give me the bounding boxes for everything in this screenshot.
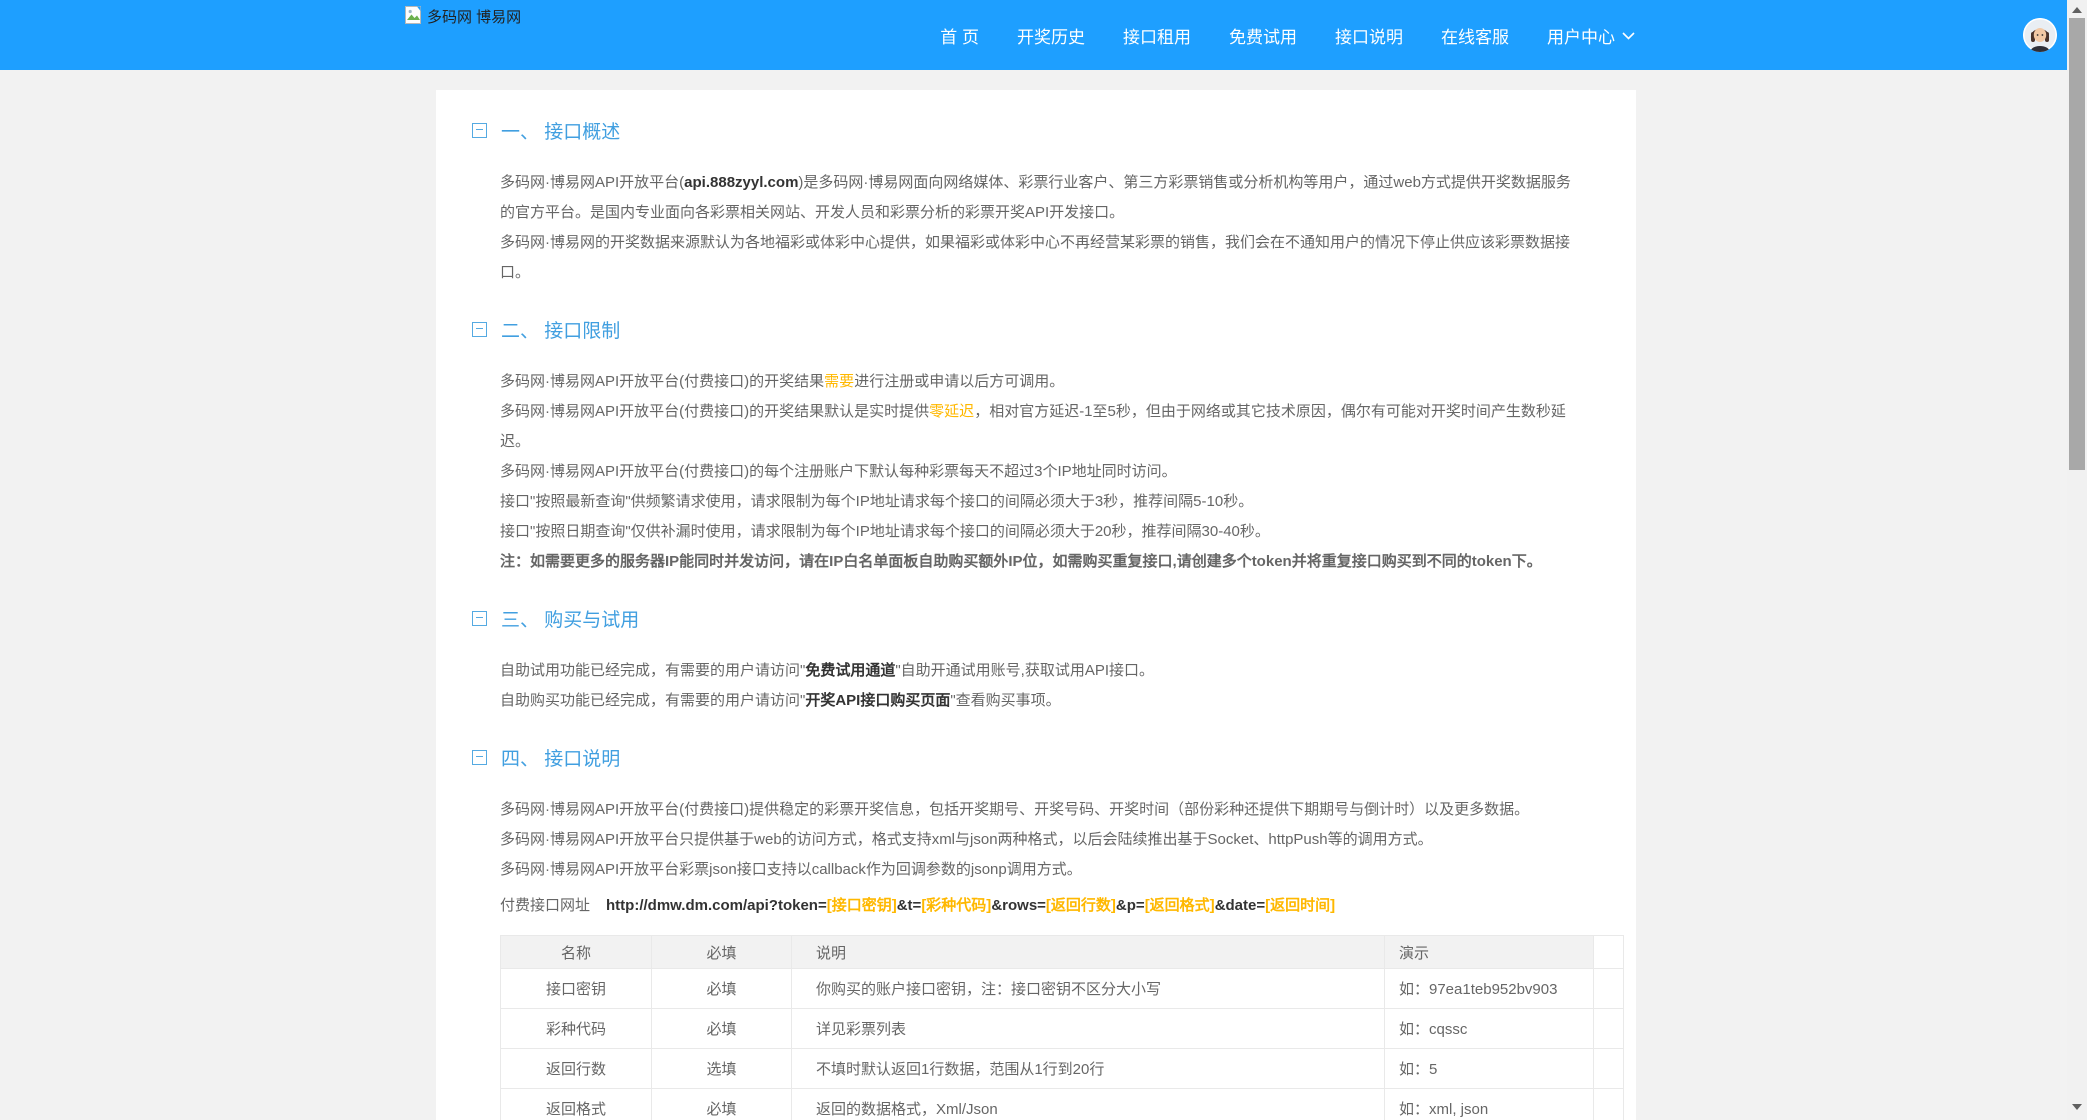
section-body: 多码网·博易网API开放平台(付费接口)提供稳定的彩票开奖信息，包括开奖期号、开… xyxy=(500,795,1572,1120)
nav-draw-history[interactable]: 开奖历史 xyxy=(1017,23,1085,48)
paragraph: 自助购买功能已经完成，有需要的用户请访问"开奖API接口购买页面"查看购买事项。 xyxy=(500,686,1572,716)
section-purchase-trial: 三、 购买与试用 自助试用功能已经完成，有需要的用户请访问"免费试用通道"自助开… xyxy=(500,605,1572,716)
param-name: 彩种代码 xyxy=(501,1009,652,1049)
param-example: 如：5 xyxy=(1385,1049,1594,1089)
url-param-lottery: [彩种代码] xyxy=(921,897,991,914)
nav-online-service[interactable]: 在线客服 xyxy=(1441,23,1509,48)
nav-api-docs[interactable]: 接口说明 xyxy=(1335,23,1403,48)
orange-highlight: 零延迟 xyxy=(929,403,974,420)
purchase-page-link[interactable]: 开奖API接口购买页面 xyxy=(805,692,950,709)
main-nav: 首 页 开奖历史 接口租用 免费试用 接口说明 在线客服 用户中心 xyxy=(940,0,1635,70)
param-description: 不填时默认返回1行数据，范围从1行到20行 xyxy=(792,1049,1385,1089)
section-title: 二、 接口限制 xyxy=(501,316,620,343)
nav-free-trial[interactable]: 免费试用 xyxy=(1229,23,1297,48)
scrollbar[interactable] xyxy=(2067,0,2087,1120)
broken-image-icon xyxy=(405,6,423,24)
param-description: 详见彩票列表 xyxy=(792,1009,1385,1049)
nav-user-center[interactable]: 用户中心 xyxy=(1547,23,1635,48)
param-example: 如：97ea1teb952bv903 xyxy=(1385,969,1594,1009)
section-api-description: 四、 接口说明 多码网·博易网API开放平台(付费接口)提供稳定的彩票开奖信息，… xyxy=(500,744,1572,1120)
section-heading: 三、 购买与试用 xyxy=(472,605,1572,632)
table-row: 接口密钥 必填 你购买的账户接口密钥，注：接口密钥不区分大小写 如：97ea1t… xyxy=(501,969,1624,1009)
top-navbar: 多码网 博易网 首 页 开奖历史 接口租用 免费试用 接口说明 在线客服 用户中… xyxy=(0,0,2087,70)
paragraph: 接口"按照日期查询"仅供补漏时使用，请求限制为每个IP地址请求每个接口的间隔必须… xyxy=(500,517,1572,547)
param-required: 选填 xyxy=(652,1049,792,1089)
scroll-down-arrow-icon[interactable] xyxy=(2072,1104,2082,1110)
section-api-overview: 一、 接口概述 多码网·博易网API开放平台(api.888zyyl.com)是… xyxy=(500,117,1572,288)
domain-highlight: api.888zyyl.com xyxy=(684,174,798,191)
paragraph: 自助试用功能已经完成，有需要的用户请访问"免费试用通道"自助开通试用账号,获取试… xyxy=(500,656,1572,686)
param-example: 如：xml, json xyxy=(1385,1089,1594,1120)
section-body: 多码网·博易网API开放平台(api.888zyyl.com)是多码网·博易网面… xyxy=(500,168,1572,288)
paragraph: 多码网·博易网API开放平台(付费接口)的开奖结果默认是实时提供零延迟，相对官方… xyxy=(500,397,1572,457)
param-description: 返回的数据格式，Xml/Json xyxy=(792,1089,1385,1120)
api-url: http://dmw.dm.com/api?token= xyxy=(606,897,827,914)
paragraph: 多码网·博易网API开放平台(付费接口)的开奖结果需要进行注册或申请以后方可调用… xyxy=(500,367,1572,397)
table-row: 返回格式 必填 返回的数据格式，Xml/Json 如：xml, json xyxy=(501,1089,1624,1120)
collapse-icon[interactable] xyxy=(472,611,487,626)
col-header-required: 必填 xyxy=(652,936,792,969)
empty-cell xyxy=(1594,1049,1624,1089)
param-description: 你购买的账户接口密钥，注：接口密钥不区分大小写 xyxy=(792,969,1385,1009)
paragraph: 多码网·博易网API开放平台彩票json接口支持以callback作为回调参数的… xyxy=(500,855,1572,885)
section-title: 三、 购买与试用 xyxy=(501,605,639,632)
section-body: 自助试用功能已经完成，有需要的用户请访问"免费试用通道"自助开通试用账号,获取试… xyxy=(500,656,1572,716)
col-header-demo: 演示 xyxy=(1385,936,1594,969)
collapse-icon[interactable] xyxy=(472,322,487,337)
section-body: 多码网·博易网API开放平台(付费接口)的开奖结果需要进行注册或申请以后方可调用… xyxy=(500,367,1572,577)
paragraph: 多码网·博易网API开放平台只提供基于web的访问方式，格式支持xml与json… xyxy=(500,825,1572,855)
warning-note: 注：如需要更多的服务器IP能同时并发访问，请在IP白名单面板自助购买额外IP位，… xyxy=(500,547,1572,577)
paragraph: 接口"按照最新查询"供频繁请求使用，请求限制为每个IP地址请求每个接口的间隔必须… xyxy=(500,487,1572,517)
api-params-table: 名称 必填 说明 演示 接口密钥 必填 你购买的账户接口密钥，注：接口密钥不区分… xyxy=(500,935,1624,1120)
table-row: 返回行数 选填 不填时默认返回1行数据，范围从1行到20行 如：5 xyxy=(501,1049,1624,1089)
scrollbar-thumb[interactable] xyxy=(2069,18,2085,470)
table-row: 彩种代码 必填 详见彩票列表 如：cqssc xyxy=(501,1009,1624,1049)
api-url-line: 付费接口网址 http://dmw.dm.com/api?token=[接口密钥]… xyxy=(500,891,1572,921)
param-required: 必填 xyxy=(652,1009,792,1049)
user-center-label: 用户中心 xyxy=(1547,23,1615,48)
free-trial-link[interactable]: 免费试用通道 xyxy=(805,662,895,679)
col-header-description: 说明 xyxy=(792,936,1385,969)
empty-cell xyxy=(1594,969,1624,1009)
nav-home[interactable]: 首 页 xyxy=(940,23,979,48)
content-card: 一、 接口概述 多码网·博易网API开放平台(api.888zyyl.com)是… xyxy=(436,90,1636,1120)
paragraph: 多码网·博易网API开放平台(付费接口)提供稳定的彩票开奖信息，包括开奖期号、开… xyxy=(500,795,1572,825)
param-name: 返回行数 xyxy=(501,1049,652,1089)
user-avatar[interactable] xyxy=(2023,18,2057,52)
section-title: 四、 接口说明 xyxy=(501,744,620,771)
url-param-token: [接口密钥] xyxy=(827,897,897,914)
orange-highlight: 需要 xyxy=(824,373,854,390)
paragraph: 多码网·博易网API开放平台(付费接口)的每个注册账户下默认每种彩票每天不超过3… xyxy=(500,457,1572,487)
param-required: 必填 xyxy=(652,969,792,1009)
param-name: 接口密钥 xyxy=(501,969,652,1009)
url-param-format: [返回格式] xyxy=(1145,897,1215,914)
chevron-down-icon xyxy=(1622,25,1635,45)
paragraph: 多码网·博易网API开放平台(api.888zyyl.com)是多码网·博易网面… xyxy=(500,168,1572,228)
empty-header-cell xyxy=(1594,936,1624,969)
empty-cell xyxy=(1594,1009,1624,1049)
site-logo[interactable]: 多码网 博易网 xyxy=(405,6,521,27)
section-api-limits: 二、 接口限制 多码网·博易网API开放平台(付费接口)的开奖结果需要进行注册或… xyxy=(500,316,1572,577)
url-param-date: [返回时间] xyxy=(1265,897,1335,914)
api-url-label: 付费接口网址 xyxy=(500,897,590,914)
section-heading: 一、 接口概述 xyxy=(472,117,1572,144)
url-param-rows: [返回行数] xyxy=(1046,897,1116,914)
col-header-name: 名称 xyxy=(501,936,652,969)
section-heading: 四、 接口说明 xyxy=(472,744,1572,771)
logo-text: 多码网 博易网 xyxy=(427,6,521,27)
section-heading: 二、 接口限制 xyxy=(472,316,1572,343)
collapse-icon[interactable] xyxy=(472,123,487,138)
param-name: 返回格式 xyxy=(501,1089,652,1120)
section-title: 一、 接口概述 xyxy=(501,117,620,144)
param-example: 如：cqssc xyxy=(1385,1009,1594,1049)
nav-api-rent[interactable]: 接口租用 xyxy=(1123,23,1191,48)
empty-cell xyxy=(1594,1089,1624,1120)
scroll-up-arrow-icon[interactable] xyxy=(2072,7,2082,13)
paragraph: 多码网·博易网的开奖数据来源默认为各地福彩或体彩中心提供，如果福彩或体彩中心不再… xyxy=(500,228,1572,288)
collapse-icon[interactable] xyxy=(472,750,487,765)
param-required: 必填 xyxy=(652,1089,792,1120)
table-header-row: 名称 必填 说明 演示 xyxy=(501,936,1624,969)
